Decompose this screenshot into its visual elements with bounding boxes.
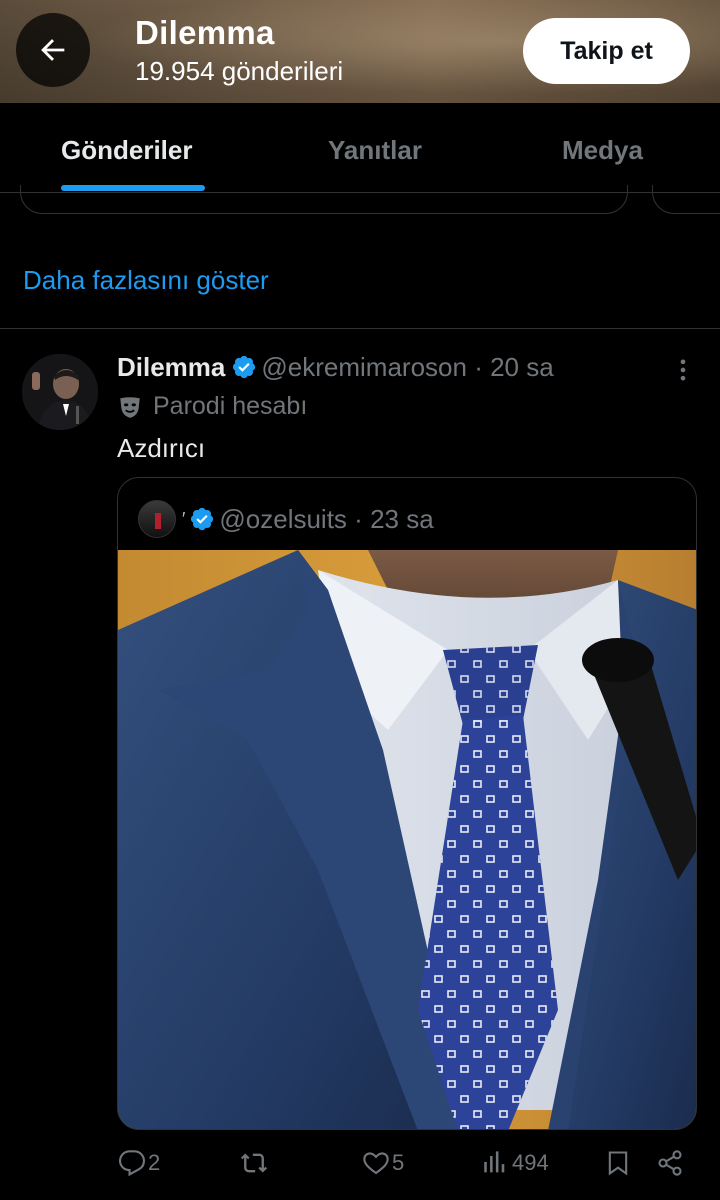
- suit-photo: [118, 550, 696, 1129]
- parody-mask-icon: [120, 396, 140, 418]
- quote-header: ′ @ozelsuits · 23 sa: [138, 500, 434, 538]
- follow-button[interactable]: Takip et: [523, 18, 690, 84]
- bookmark-icon: [608, 1151, 628, 1176]
- tab-replies[interactable]: Yanıtlar: [328, 135, 422, 166]
- author-handle[interactable]: @ekremimaroson: [261, 352, 467, 382]
- quote-time[interactable]: 23 sa: [370, 504, 434, 535]
- post-actions: 2 5 494: [0, 1145, 720, 1185]
- previous-card: [20, 185, 628, 214]
- like-count: 5: [392, 1150, 405, 1175]
- post-text: Azdırıcı: [117, 433, 206, 463]
- back-arrow-icon: [41, 39, 65, 61]
- reply-button[interactable]: 2: [118, 1149, 160, 1177]
- tab-posts[interactable]: Gönderiler: [61, 135, 192, 166]
- verified-icon: [233, 355, 256, 379]
- quote-handle[interactable]: @ozelsuits: [219, 504, 347, 535]
- like-button[interactable]: 5: [362, 1149, 404, 1177]
- views-button[interactable]: 494: [482, 1149, 549, 1177]
- like-icon: [363, 1152, 389, 1175]
- post-count: 19.954 gönderileri: [135, 56, 344, 86]
- more-icon[interactable]: [669, 356, 697, 384]
- parody-badge: Parodi hesabı: [117, 392, 307, 421]
- post-time[interactable]: 20 sa: [490, 352, 554, 382]
- profile-tabs: Gönderiler Yanıtlar Medya: [0, 103, 720, 193]
- reply-icon: [118, 1150, 146, 1177]
- profile-header: Dilemma 19.954 gönderileri Takip et: [0, 0, 720, 103]
- profile-name: Dilemma: [135, 14, 275, 51]
- quote-media-image[interactable]: [118, 550, 696, 1129]
- share-icon: [658, 1150, 682, 1176]
- views-icon: [484, 1151, 505, 1173]
- reply-count: 2: [148, 1150, 161, 1175]
- share-button[interactable]: [656, 1149, 684, 1177]
- separator: ·: [474, 352, 483, 382]
- separator: ·: [354, 503, 363, 534]
- parody-label: Parodi hesabı: [153, 392, 308, 420]
- quote-name-glyph: ′: [182, 508, 186, 529]
- show-more-link[interactable]: Daha fazlasını göster: [23, 265, 269, 296]
- divider: [0, 328, 720, 329]
- bookmark-button[interactable]: [604, 1149, 632, 1177]
- quote-avatar[interactable]: [138, 500, 176, 538]
- post-header: Dilemma @ekremimaroson · 20 sa: [117, 352, 554, 383]
- repost-icon: [240, 1153, 268, 1173]
- tab-media[interactable]: Medya: [562, 135, 643, 166]
- previous-card-next: [652, 185, 720, 214]
- quoted-post[interactable]: ′ @ozelsuits · 23 sa: [117, 477, 697, 1130]
- header-titles: Dilemma 19.954 gönderileri: [135, 14, 343, 87]
- back-button[interactable]: [16, 13, 90, 87]
- avatar-image: [22, 354, 98, 430]
- author-name[interactable]: Dilemma: [117, 352, 225, 382]
- repost-button[interactable]: [240, 1149, 268, 1177]
- verified-icon: [191, 507, 214, 531]
- avatar[interactable]: [22, 354, 98, 430]
- view-count: 494: [512, 1150, 549, 1175]
